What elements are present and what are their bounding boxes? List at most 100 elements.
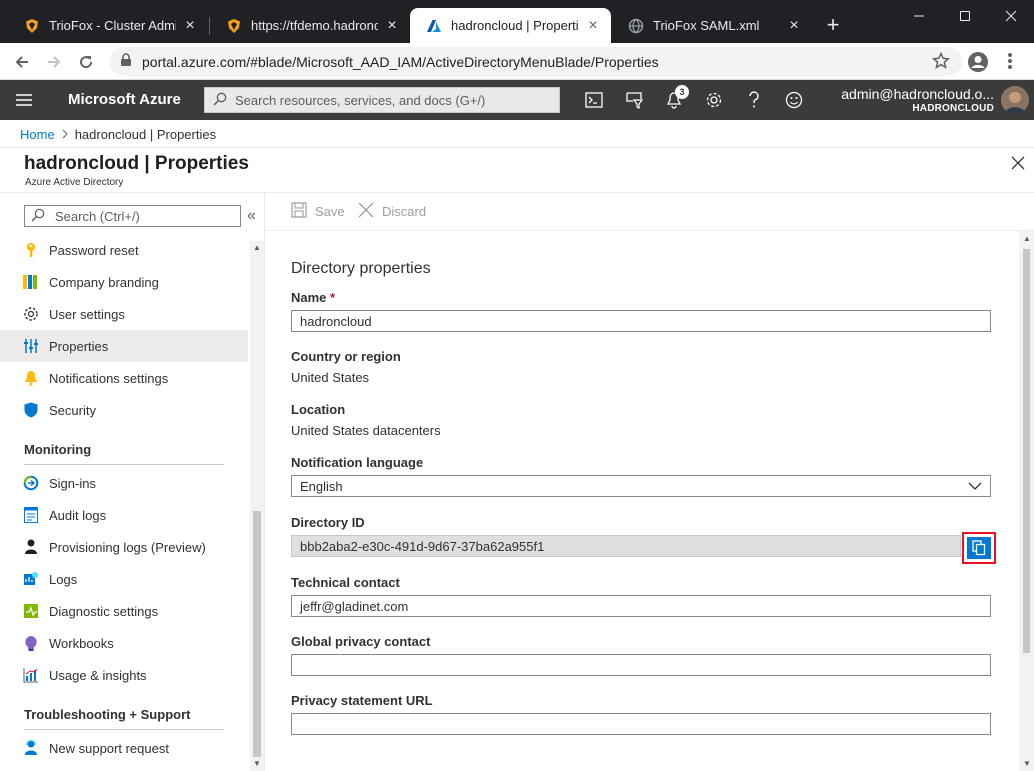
support-icon — [22, 739, 40, 757]
account-email: admin@hadroncloud.o... — [841, 86, 994, 102]
directory-id-field[interactable]: bbb2aba2-e30c-491d-9d67-37ba62a955f1 — [291, 535, 961, 557]
notification-count-badge: 3 — [675, 85, 689, 99]
tab-title: TrioFox - Cluster Admin (t — [49, 18, 176, 33]
logs-icon — [22, 570, 40, 588]
page-subtitle: Azure Active Directory — [25, 177, 124, 188]
scrollbar-thumb[interactable] — [1023, 249, 1030, 653]
account-info[interactable]: admin@hadroncloud.o... HADRONCLOUD — [841, 86, 994, 114]
scroll-up-arrow-icon[interactable]: ▲ — [1023, 234, 1031, 243]
lock-icon — [120, 53, 132, 70]
scrollbar-thumb[interactable] — [253, 511, 261, 757]
close-blade-icon[interactable] — [1011, 156, 1025, 173]
divider — [266, 230, 1034, 231]
address-bar[interactable]: portal.azure.com/#blade/Microsoft_AAD_IA… — [110, 47, 962, 76]
scroll-up-arrow-icon[interactable]: ▲ — [253, 243, 261, 252]
audit-log-icon — [22, 506, 40, 524]
menu-item-usage-insights[interactable]: Usage & insights — [0, 659, 248, 691]
cloud-shell-icon[interactable] — [583, 89, 605, 111]
menu-item-sign-ins[interactable]: Sign-ins — [0, 467, 248, 499]
save-button[interactable]: Save — [291, 202, 345, 221]
close-tab-icon[interactable]: × — [585, 17, 601, 34]
menu-item-label: Usage & insights — [49, 667, 147, 683]
settings-gear-icon[interactable] — [703, 89, 725, 111]
menu-item-user-settings[interactable]: User settings — [0, 298, 248, 330]
key-icon — [22, 241, 40, 259]
new-tab-button[interactable]: + — [822, 14, 844, 36]
menu-item-properties[interactable]: Properties — [0, 330, 248, 362]
forward-button[interactable] — [41, 49, 67, 75]
close-tab-icon[interactable]: × — [786, 17, 802, 34]
menu-item-new-support-request[interactable]: New support request — [0, 732, 248, 764]
technical-contact-input[interactable]: jeffr@gladinet.com — [291, 595, 991, 617]
azure-brand[interactable]: Microsoft Azure — [68, 91, 181, 108]
global-privacy-contact-input[interactable] — [291, 654, 991, 676]
location-label: Location — [291, 402, 346, 417]
country-value: United States — [291, 370, 370, 385]
menu-item-provisioning-logs[interactable]: Provisioning logs (Preview) — [0, 531, 248, 563]
notification-language-dropdown[interactable]: English — [291, 475, 991, 497]
menu-item-label: Sign-ins — [49, 475, 96, 491]
breadcrumb-chevron-icon — [62, 127, 68, 142]
menu-search-input[interactable]: Search (Ctrl+/) — [24, 205, 241, 227]
browser-tab[interactable]: TrioFox SAML.xml × — [612, 8, 812, 43]
maximize-window-button[interactable] — [942, 0, 988, 32]
triofox-shield-icon — [226, 18, 242, 34]
browser-tab[interactable]: TrioFox - Cluster Admin (t × — [8, 8, 208, 43]
divider — [24, 729, 224, 730]
diagnostic-icon — [22, 602, 40, 620]
menu-item-label: Workbooks — [49, 635, 114, 651]
content-scrollbar[interactable]: ▲ ▼ — [1019, 231, 1034, 771]
discard-button[interactable]: Discard — [358, 202, 426, 221]
scroll-down-arrow-icon[interactable]: ▼ — [253, 759, 261, 768]
browser-menu-icon[interactable] — [1007, 51, 1013, 74]
menu-item-company-branding[interactable]: Company branding — [0, 266, 248, 298]
menu-item-notifications-settings[interactable]: Notifications settings — [0, 362, 248, 394]
privacy-statement-url-input[interactable] — [291, 713, 991, 735]
triofox-shield-icon — [24, 18, 40, 34]
help-question-icon[interactable] — [743, 89, 765, 111]
location-value: United States datacenters — [291, 423, 441, 438]
global-search-input[interactable]: Search resources, services, and docs (G+… — [204, 87, 560, 113]
feedback-smiley-icon[interactable] — [783, 89, 805, 111]
directory-id-value: bbb2aba2-e30c-491d-9d67-37ba62a955f1 — [300, 538, 545, 554]
menu-item-password-reset[interactable]: Password reset — [0, 234, 248, 266]
menu-item-diagnostic-settings[interactable]: Diagnostic settings — [0, 595, 248, 627]
section-title: Directory properties — [291, 260, 431, 277]
collapse-menu-icon[interactable]: « — [247, 208, 256, 224]
copy-icon — [967, 537, 991, 559]
notification-language-value: English — [300, 478, 343, 494]
reload-button[interactable] — [73, 49, 99, 75]
bookmark-star-icon[interactable] — [931, 51, 951, 73]
name-input[interactable]: hadroncloud — [291, 310, 991, 332]
menu-item-label: Password reset — [49, 242, 139, 258]
user-avatar[interactable] — [1001, 86, 1029, 114]
breadcrumb-home-link[interactable]: Home — [20, 127, 55, 142]
directory-id-label: Directory ID — [291, 515, 365, 530]
portal-menu-icon[interactable] — [16, 93, 32, 110]
close-tab-icon[interactable]: × — [384, 17, 400, 34]
menu-item-logs[interactable]: Logs — [0, 563, 248, 595]
menu-section-troubleshooting: Troubleshooting + Support — [24, 707, 191, 722]
menu-item-security[interactable]: Security — [0, 394, 248, 426]
close-tab-icon[interactable]: × — [182, 17, 198, 34]
azure-top-bar: Microsoft Azure Search resources, servic… — [0, 80, 1034, 120]
notifications-bell-icon[interactable]: 3 — [663, 85, 689, 111]
menu-scrollbar[interactable]: ▲ ▼ — [250, 241, 264, 771]
browser-toolbar: portal.azure.com/#blade/Microsoft_AAD_IA… — [0, 43, 1034, 80]
minimize-window-button[interactable] — [896, 0, 942, 32]
directory-filter-icon[interactable] — [623, 89, 645, 111]
technical-contact-label: Technical contact — [291, 575, 400, 590]
browser-tab-active[interactable]: hadroncloud | Properties × — [410, 8, 611, 43]
profile-avatar-icon[interactable] — [967, 51, 989, 76]
close-window-button[interactable] — [988, 0, 1034, 32]
browser-tab[interactable]: https://tfdemo.hadronclo × — [210, 8, 410, 43]
shield-icon — [22, 401, 40, 419]
country-label: Country or region — [291, 349, 401, 364]
menu-item-audit-logs[interactable]: Audit logs — [0, 499, 248, 531]
workbook-icon — [22, 634, 40, 652]
back-button[interactable] — [9, 49, 35, 75]
menu-section-monitoring: Monitoring — [24, 442, 92, 457]
copy-to-clipboard-button[interactable] — [962, 532, 996, 564]
scroll-down-arrow-icon[interactable]: ▼ — [1023, 759, 1031, 768]
menu-item-workbooks[interactable]: Workbooks — [0, 627, 248, 659]
